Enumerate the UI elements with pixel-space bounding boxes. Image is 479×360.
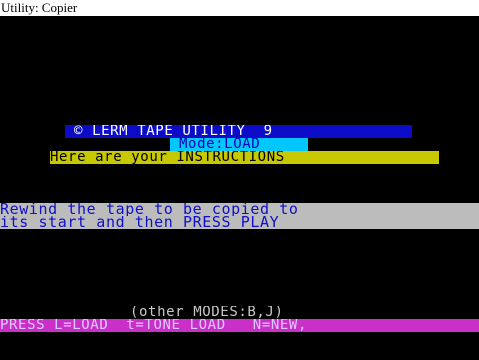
other-modes-hint: (other MODES:B,J) <box>130 306 284 319</box>
mode-indicator: Mode:LOAD <box>170 138 308 151</box>
key-prompt-bar: PRESS L=LOAD t=TONE LOAD N=NEW, <box>0 319 479 332</box>
window-title: Utility: Copier <box>1 0 78 15</box>
message-line-1: Rewind the tape to be copied to <box>0 203 479 216</box>
spectrum-screen: © LERM TAPE UTILITY 9 Mode:LOAD Here are… <box>0 16 479 360</box>
message-line-2: its start and then PRESS PLAY <box>0 216 479 229</box>
title-banner: © LERM TAPE UTILITY 9 <box>65 125 412 138</box>
instructions-heading: Here are your INSTRUCTIONS <box>50 151 439 164</box>
